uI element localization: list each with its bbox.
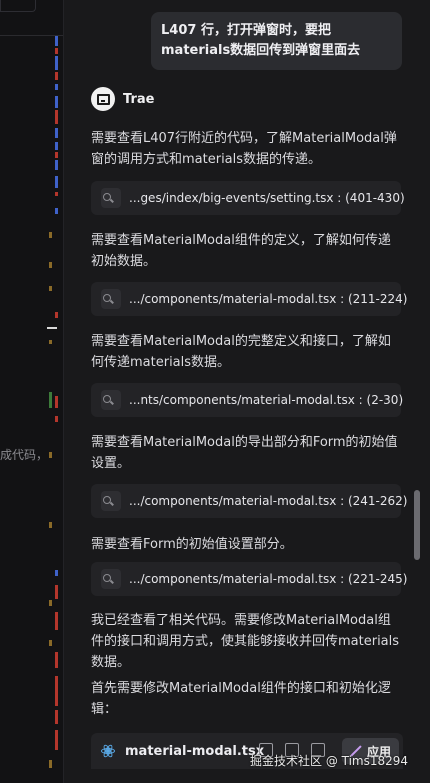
ruler-marker — [49, 522, 52, 528]
editor-overview-ruler[interactable] — [47, 0, 59, 783]
ruler-marker — [55, 176, 58, 188]
ruler-marker — [55, 416, 58, 422]
ruler-marker — [49, 600, 52, 606]
watermark: 掘金技术社区 @ Tims18294 — [250, 754, 409, 768]
ruler-marker — [55, 142, 58, 150]
ruler-marker — [49, 452, 52, 458]
editor-pane: 成代码， — [0, 0, 64, 783]
search-icon — [101, 390, 121, 410]
ruler-marker — [55, 152, 58, 158]
ruler-marker — [55, 570, 58, 576]
ruler-marker — [55, 585, 58, 599]
file-reference[interactable]: .../components/material-modal.tsx : (241… — [91, 484, 407, 518]
ruler-marker — [55, 208, 58, 214]
ruler-marker — [49, 760, 52, 768]
user-message-bubble: L407 行，打开弹窗时，要把materials数据回传到弹窗里面去 — [151, 12, 402, 70]
file-reference-path: ...nts/components/material-modal.tsx : (… — [129, 393, 404, 407]
agent-name: Trae — [123, 91, 155, 107]
file-reference[interactable]: .../components/material-modal.tsx : (211… — [91, 282, 407, 316]
file-reference-path: .../components/material-modal.tsx : (211… — [129, 292, 408, 306]
file-reference[interactable]: .../components/material-modal.tsx : (221… — [91, 562, 407, 596]
ruler-marker — [55, 72, 58, 80]
file-reference-path: .../components/material-modal.tsx : (241… — [129, 494, 408, 508]
ruler-marker — [55, 36, 58, 46]
ruler-marker — [49, 392, 52, 408]
ruler-marker — [49, 232, 52, 238]
search-icon — [101, 188, 121, 208]
ruler-marker — [55, 652, 58, 668]
step-text: 需要查看Form的初始值设置部分。 — [91, 537, 293, 552]
ruler-marker — [55, 730, 58, 750]
editor-cut-text: 成代码， — [0, 448, 49, 462]
ruler-marker — [55, 676, 58, 706]
search-icon — [101, 289, 121, 309]
ruler-marker — [49, 286, 52, 291]
file-reference-path: ...ges/index/big-events/setting.tsx : (4… — [129, 191, 405, 205]
ruler-marker — [55, 160, 58, 170]
ruler-marker — [55, 396, 58, 408]
file-reference-path: .../components/material-modal.tsx : (221… — [129, 572, 408, 586]
ruler-marker — [55, 312, 58, 318]
summary-text-2: 首先需要修改MaterialModal组件的接口和初始化逻辑： — [91, 681, 391, 717]
step-text: 需要查看MaterialModal的导出部分和Form的初始值设置。 — [91, 435, 398, 471]
ruler-marker — [49, 340, 52, 344]
trae-logo-icon — [91, 87, 115, 111]
react-file-icon — [101, 743, 115, 759]
step-text: 需要查看MaterialModal组件的定义，了解如何传递初始数据。 — [91, 233, 391, 269]
ruler-cursor — [47, 327, 57, 329]
search-icon — [101, 491, 121, 511]
ruler-marker — [55, 96, 58, 108]
file-reference[interactable]: ...nts/components/material-modal.tsx : (… — [91, 383, 404, 417]
ruler-marker — [49, 640, 52, 646]
ruler-marker — [55, 612, 58, 630]
ruler-marker — [55, 56, 58, 70]
ruler-marker — [55, 48, 58, 54]
step-text: 需要查看MaterialModal的完整定义和接口，了解如何传递material… — [91, 334, 391, 370]
step-text: 需要查看L407行附近的代码，了解MaterialModal弹窗的调用方式和ma… — [91, 131, 397, 167]
file-reference[interactable]: ...ges/index/big-events/setting.tsx : (4… — [91, 181, 405, 215]
ruler-marker — [55, 110, 58, 124]
editor-top-box — [0, 0, 36, 12]
ruler-marker — [49, 262, 52, 268]
search-icon — [101, 569, 121, 589]
summary-text: 我已经查看了相关代码。需要修改MaterialModal组件的接口和调用方式，使… — [91, 613, 400, 670]
ruler-marker — [55, 710, 58, 724]
ruler-marker — [55, 192, 58, 196]
code-file-name[interactable]: material-modal.tsx — [125, 744, 264, 759]
ai-chat-panel: L407 行，打开弹窗时，要把materials数据回传到弹窗里面去 Trae … — [64, 0, 430, 783]
chat-scrollbar-thumb[interactable] — [414, 490, 420, 560]
ruler-marker — [55, 128, 58, 138]
ruler-marker — [55, 84, 58, 90]
agent-header: Trae — [91, 87, 154, 111]
